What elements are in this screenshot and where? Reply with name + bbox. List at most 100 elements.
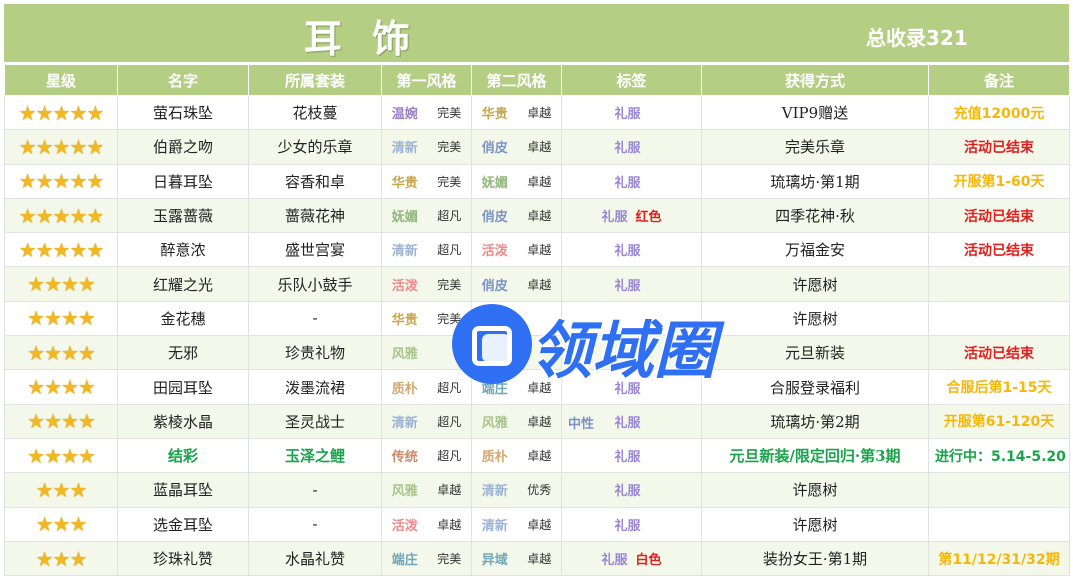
- name-cell: 田园耳坠: [117, 369, 249, 405]
- column-header[interactable]: 标签: [561, 64, 702, 96]
- table-row[interactable]: ★★★ 选金耳坠 - 活泼 卓越 清新 卓越 礼服 许愿树: [4, 506, 1070, 542]
- note-cell: 进行中：5.14-5.20: [928, 437, 1070, 474]
- item-name: 结彩: [167, 447, 198, 466]
- style2-cell: 俏皮 卓越: [471, 266, 562, 302]
- table-row[interactable]: ★★★ 蓝晶耳坠 - 风雅 卓越 清新 优秀 礼服 许愿树: [4, 472, 1070, 508]
- table-row[interactable]: ★★★ 珍珠礼赞 水晶礼赞 端庄 完美 异域 卓越 礼服 白色 装扮女王·第1期 …: [4, 540, 1070, 577]
- suit-cell: 圣灵战士: [248, 403, 382, 439]
- table-row[interactable]: ★★★★★ 玉露蔷薇 蔷薇花神 妩媚 超凡 俏皮 卓越 礼服 红色 四季花神·秋 …: [4, 197, 1070, 234]
- style1-level: 完美: [437, 174, 462, 189]
- suit-name: 乐队小鼓手: [277, 275, 353, 294]
- style2-tag: 质朴: [481, 450, 508, 466]
- table-row[interactable]: ★★★★ 红耀之光 乐队小鼓手 活泼 完美 俏皮 卓越 礼服 许愿树: [4, 266, 1070, 302]
- star-rating-icon: ★★★★: [27, 340, 96, 365]
- star-rating-icon: ★★★★★: [18, 203, 105, 228]
- obtain-cell: 琉璃坊·第2期: [701, 403, 929, 439]
- item-name: 日暮耳坠: [152, 172, 213, 191]
- style1-level: 卓越: [437, 483, 462, 498]
- dress-tag: 礼服: [614, 278, 641, 294]
- name-cell: 金花穗: [117, 300, 249, 337]
- obtain-method: 许愿树: [792, 481, 838, 500]
- dress-tag: 礼服: [614, 450, 641, 466]
- star-cell: ★★★★: [4, 403, 118, 439]
- item-name: 田园耳坠: [152, 378, 213, 397]
- table-row[interactable]: ★★★★ 结彩 玉泽之鲤 传统 超凡 质朴 卓越 礼服 元旦新装/限定回归·第3…: [4, 437, 1070, 474]
- watermark-logo: 领域圈: [452, 300, 772, 390]
- tag-cell: 礼服: [561, 472, 702, 508]
- table-row[interactable]: ★★★★★ 伯爵之吻 少女的乐章 清新 完美 俏皮 卓越 礼服 完美乐章 活动已…: [4, 129, 1070, 165]
- obtain-method: 琉璃坊·第1期: [770, 172, 860, 191]
- name-cell: 结彩: [117, 437, 249, 474]
- suit-name: 花枝蔓: [292, 104, 338, 123]
- column-header[interactable]: 第二风格: [471, 64, 562, 96]
- suit-cell: 水晶礼赞: [248, 540, 382, 577]
- tag-cell: 礼服: [561, 232, 702, 268]
- tag-cell: 礼服: [561, 94, 702, 131]
- logo-icon: [452, 304, 532, 384]
- obtain-cell: 万福金安: [701, 232, 929, 268]
- suit-cell: 乐队小鼓手: [248, 266, 382, 302]
- note-text: 活动已结束: [964, 139, 1034, 156]
- star-cell: ★★★★★: [4, 94, 118, 131]
- style1-tag: 风雅: [391, 347, 418, 363]
- item-name: 蓝晶耳坠: [152, 481, 213, 500]
- suit-cell: 少女的乐章: [248, 129, 382, 165]
- obtain-cell: 琉璃坊·第1期: [701, 163, 929, 199]
- tag-cell: 礼服: [561, 506, 702, 542]
- star-cell: ★★★★: [4, 266, 118, 302]
- obtain-method: 四季花神·秋: [775, 207, 855, 226]
- style2-tag: 清新: [481, 484, 508, 500]
- item-name: 紫棱水晶: [152, 412, 213, 431]
- table-row[interactable]: ★★★★★ 醉意浓 盛世宫宴 清新 超凡 活泼 卓越 礼服 万福金安 活动已结束: [4, 232, 1070, 268]
- style1-tag: 风雅: [391, 484, 418, 500]
- suit-name: 盛世宫宴: [284, 241, 345, 260]
- note-cell: 活动已结束: [928, 232, 1070, 268]
- style2-level: 卓越: [527, 414, 552, 429]
- column-header[interactable]: 名字: [117, 64, 249, 96]
- style1-tag: 温婉: [391, 107, 418, 123]
- column-header[interactable]: 第一风格: [381, 64, 472, 96]
- column-header[interactable]: 获得方式: [701, 64, 929, 96]
- style1-cell: 清新 超凡: [381, 232, 472, 268]
- note-text: 活动已结束: [964, 208, 1034, 225]
- table-row[interactable]: ★★★★★ 萤石珠坠 花枝蔓 温婉 完美 华贵 卓越 礼服 VIP9赠送 充值1…: [4, 94, 1070, 131]
- column-header[interactable]: 所属套装: [248, 64, 382, 96]
- star-rating-icon: ★★★: [35, 477, 88, 502]
- column-header[interactable]: 星级: [4, 64, 118, 96]
- tag-cell: 礼服 白色: [561, 540, 702, 577]
- style2-level: 卓越: [527, 449, 552, 464]
- style2-cell: 俏皮 卓越: [471, 129, 562, 165]
- dress-tag: 礼服: [614, 175, 641, 191]
- style2-level: 卓越: [527, 277, 552, 292]
- style1-level: 超凡: [437, 414, 462, 429]
- star-cell: ★★★★★: [4, 129, 118, 165]
- name-cell: 萤石珠坠: [117, 94, 249, 131]
- style2-level: 卓越: [527, 140, 552, 155]
- star-cell: ★★★: [4, 472, 118, 508]
- style2-tag: 异域: [481, 553, 508, 568]
- style2-cell: 清新 优秀: [471, 472, 562, 508]
- suit-name: 泼墨流裙: [284, 378, 345, 397]
- note-text: 第11/12/31/32期: [938, 551, 1060, 568]
- note-text: 进行中：5.14-5.20: [935, 448, 1066, 465]
- obtain-method: 琉璃坊·第2期: [770, 412, 860, 431]
- style1-level: 完美: [437, 277, 462, 292]
- title-banner: 耳饰 总收录321: [4, 4, 1069, 62]
- note-cell: 活动已结束: [928, 335, 1070, 371]
- style2-level: 卓越: [527, 174, 552, 189]
- note-cell: 开服第61-120天: [928, 403, 1070, 439]
- star-rating-icon: ★★★★: [27, 375, 96, 400]
- note-text: 充值12000元: [953, 105, 1045, 122]
- table-row[interactable]: ★★★★ 紫棱水晶 圣灵战士 清新 超凡 风雅 卓越 中性 礼服 琉璃坊·第2期…: [4, 403, 1070, 439]
- star-rating-icon: ★★★★: [27, 306, 96, 331]
- column-header[interactable]: 备注: [928, 64, 1070, 96]
- style1-cell: 清新 完美: [381, 129, 472, 165]
- header-row: 星级 名字 所属套装 第一风格 第二风格 标签 获得方式 备注: [4, 64, 1070, 96]
- table-row[interactable]: ★★★★★ 日暮耳坠 容香和卓 华贵 完美 妩媚 卓越 礼服 琉璃坊·第1期 开…: [4, 163, 1070, 199]
- item-name: 醉意浓: [160, 241, 206, 260]
- obtain-method: 万福金安: [784, 241, 845, 260]
- style1-tag: 清新: [391, 244, 418, 260]
- tag-cell: 礼服: [561, 266, 702, 302]
- style1-level: 完美: [437, 552, 462, 566]
- tag-cell: 礼服: [561, 129, 702, 165]
